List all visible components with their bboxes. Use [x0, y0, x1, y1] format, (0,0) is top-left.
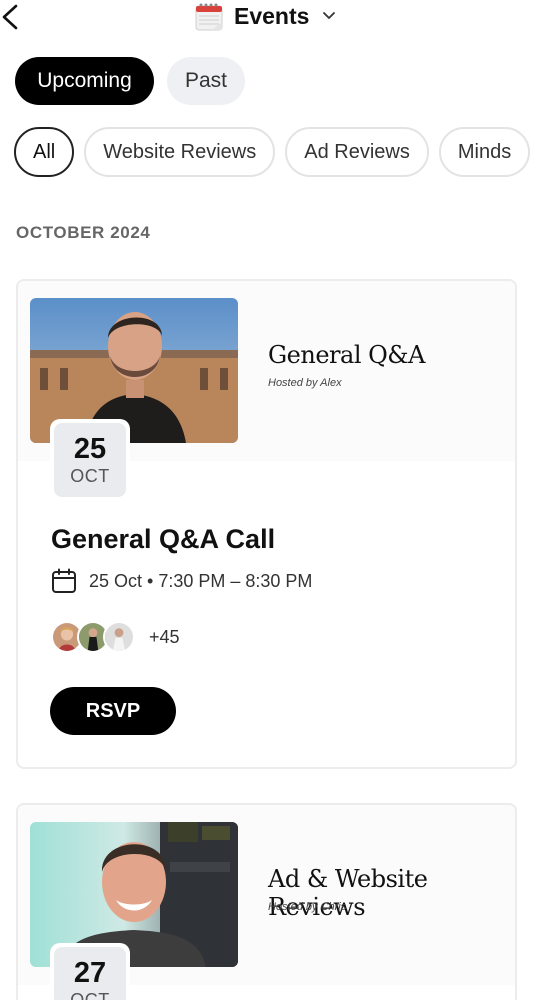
attendee-list[interactable]: +45: [51, 621, 180, 653]
date-month: OCT: [70, 466, 110, 486]
event-time: 25 Oct • 7:30 PM – 8:30 PM: [51, 568, 312, 594]
date-badge: 27 OCT: [50, 943, 130, 1000]
attendee-extra-count: +45: [149, 626, 180, 647]
chevron-down-icon: [323, 12, 336, 19]
avatar: [103, 621, 135, 653]
date-badge: 25 OCT: [50, 419, 130, 501]
filter-all[interactable]: All: [14, 127, 75, 177]
event-time-text: 25 Oct • 7:30 PM – 8:30 PM: [89, 570, 313, 591]
banner-title: General Q&A: [268, 341, 426, 369]
events-screen: Events Upcoming Past All Website Reviews…: [0, 0, 545, 1000]
filter-ad-reviews[interactable]: Ad Reviews: [285, 127, 429, 177]
page-title-dropdown[interactable]: Events: [194, 0, 337, 32]
tab-past[interactable]: Past: [167, 57, 245, 105]
date-day: 25: [73, 433, 107, 465]
calendar-emoji-icon: [195, 3, 223, 31]
time-segment-control: Upcoming Past: [15, 57, 245, 105]
calendar-icon: [52, 568, 76, 593]
event-card[interactable]: General Q&A Hosted by Alex 25 OCT Genera…: [16, 279, 517, 769]
chevron-left-icon[interactable]: [0, 2, 22, 32]
month-heading: OCTOBER 2024: [16, 223, 151, 242]
filter-website-reviews[interactable]: Website Reviews: [84, 127, 276, 177]
tab-upcoming[interactable]: Upcoming: [15, 57, 154, 105]
date-day: 27: [73, 957, 107, 989]
event-card[interactable]: Ad & Website Reviews Hosted by Chris 27 …: [16, 803, 517, 1000]
date-month: OCT: [70, 990, 110, 1000]
filter-minds[interactable]: Minds: [438, 127, 531, 177]
rsvp-button[interactable]: RSVP: [50, 687, 176, 735]
event-title: General Q&A Call: [51, 524, 276, 554]
banner-host: Hosted by Alex: [268, 377, 342, 389]
banner-host: Hosted by Chris: [268, 901, 347, 913]
page-title: Events: [234, 2, 310, 29]
category-filter-bar: All Website Reviews Ad Reviews Minds: [14, 127, 531, 177]
